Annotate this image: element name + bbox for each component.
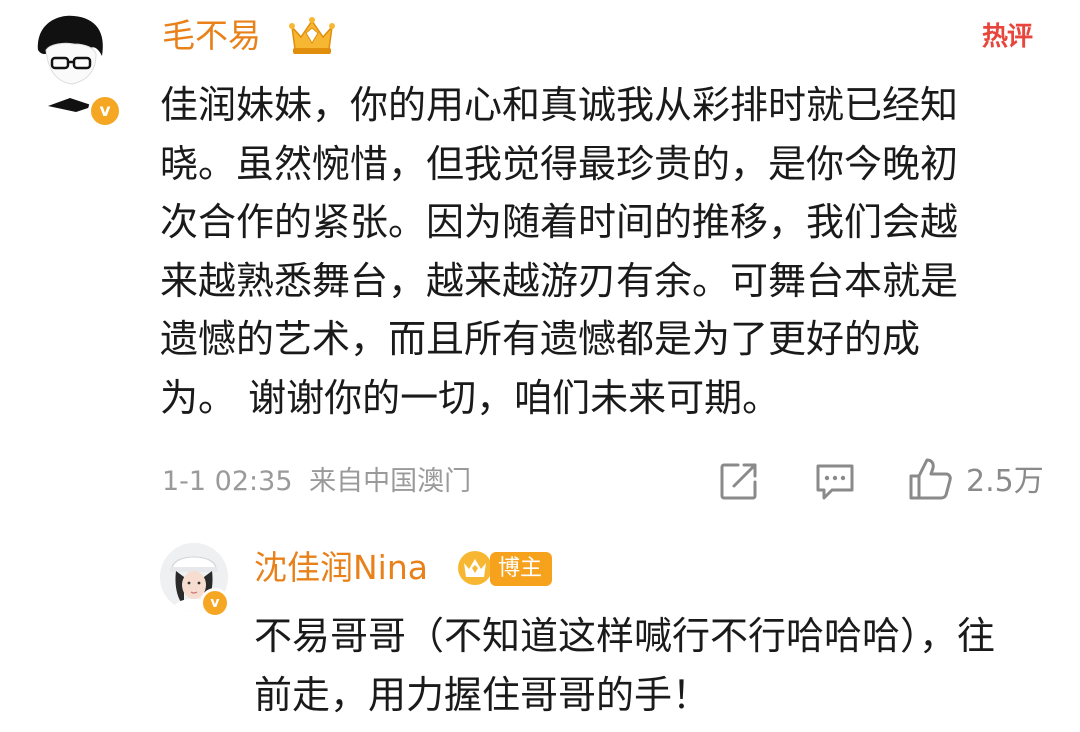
verified-badge: v	[200, 588, 230, 618]
comment-line: 为。 谢谢你的一切，咱们未来可期。	[160, 375, 781, 420]
reply-line: 不易哥哥（不知道这样喊行不行哈哈哈），往	[254, 614, 996, 658]
blogger-badge: 博主	[490, 552, 553, 586]
crown-icon	[289, 17, 335, 54]
comment-meta: 1-1 02:35 来自中国澳门	[162, 460, 471, 504]
like-count: 2.5万	[966, 464, 1044, 499]
comment-line: 次合作的紧张。因为随着时间的推移，我们会越	[160, 200, 959, 245]
comment-username[interactable]: 毛不易	[162, 12, 261, 60]
comment-location: 来自中国澳门	[309, 466, 472, 497]
reply-username[interactable]: 沈佳润Nina	[254, 544, 428, 592]
crown-icon	[458, 551, 492, 585]
comment-icon[interactable]	[812, 458, 858, 504]
verified-badge: v	[88, 94, 122, 128]
comment-line: 晓。虽然惋惜，但我觉得最珍贵的，是你今晚初	[160, 141, 959, 186]
share-icon[interactable]	[716, 458, 762, 504]
like-icon[interactable]	[906, 454, 954, 504]
comment-time: 1-1 02:35	[162, 466, 293, 497]
reply-body: 不易哥哥（不知道这样喊行不行哈哈哈），往 前走，用力握住哥哥的手！	[254, 607, 1064, 724]
comment-line: 佳润妹妹，你的用心和真诚我从彩排时就已经知	[160, 83, 959, 127]
hot-comment-tag: 热评	[982, 22, 1033, 52]
comment-line: 来越熟悉舞台，越来越游刃有余。可舞台本就是	[160, 258, 959, 303]
comment-line: 遗憾的艺术，而且所有遗憾都是为了更好的成	[160, 317, 921, 362]
reply-line: 前走，用力握住哥哥的手！	[254, 672, 711, 717]
comment-body: 佳润妹妹，你的用心和真诚我从彩排时就已经知 晓。虽然惋惜，但我觉得最珍贵的，是你…	[160, 76, 1060, 428]
